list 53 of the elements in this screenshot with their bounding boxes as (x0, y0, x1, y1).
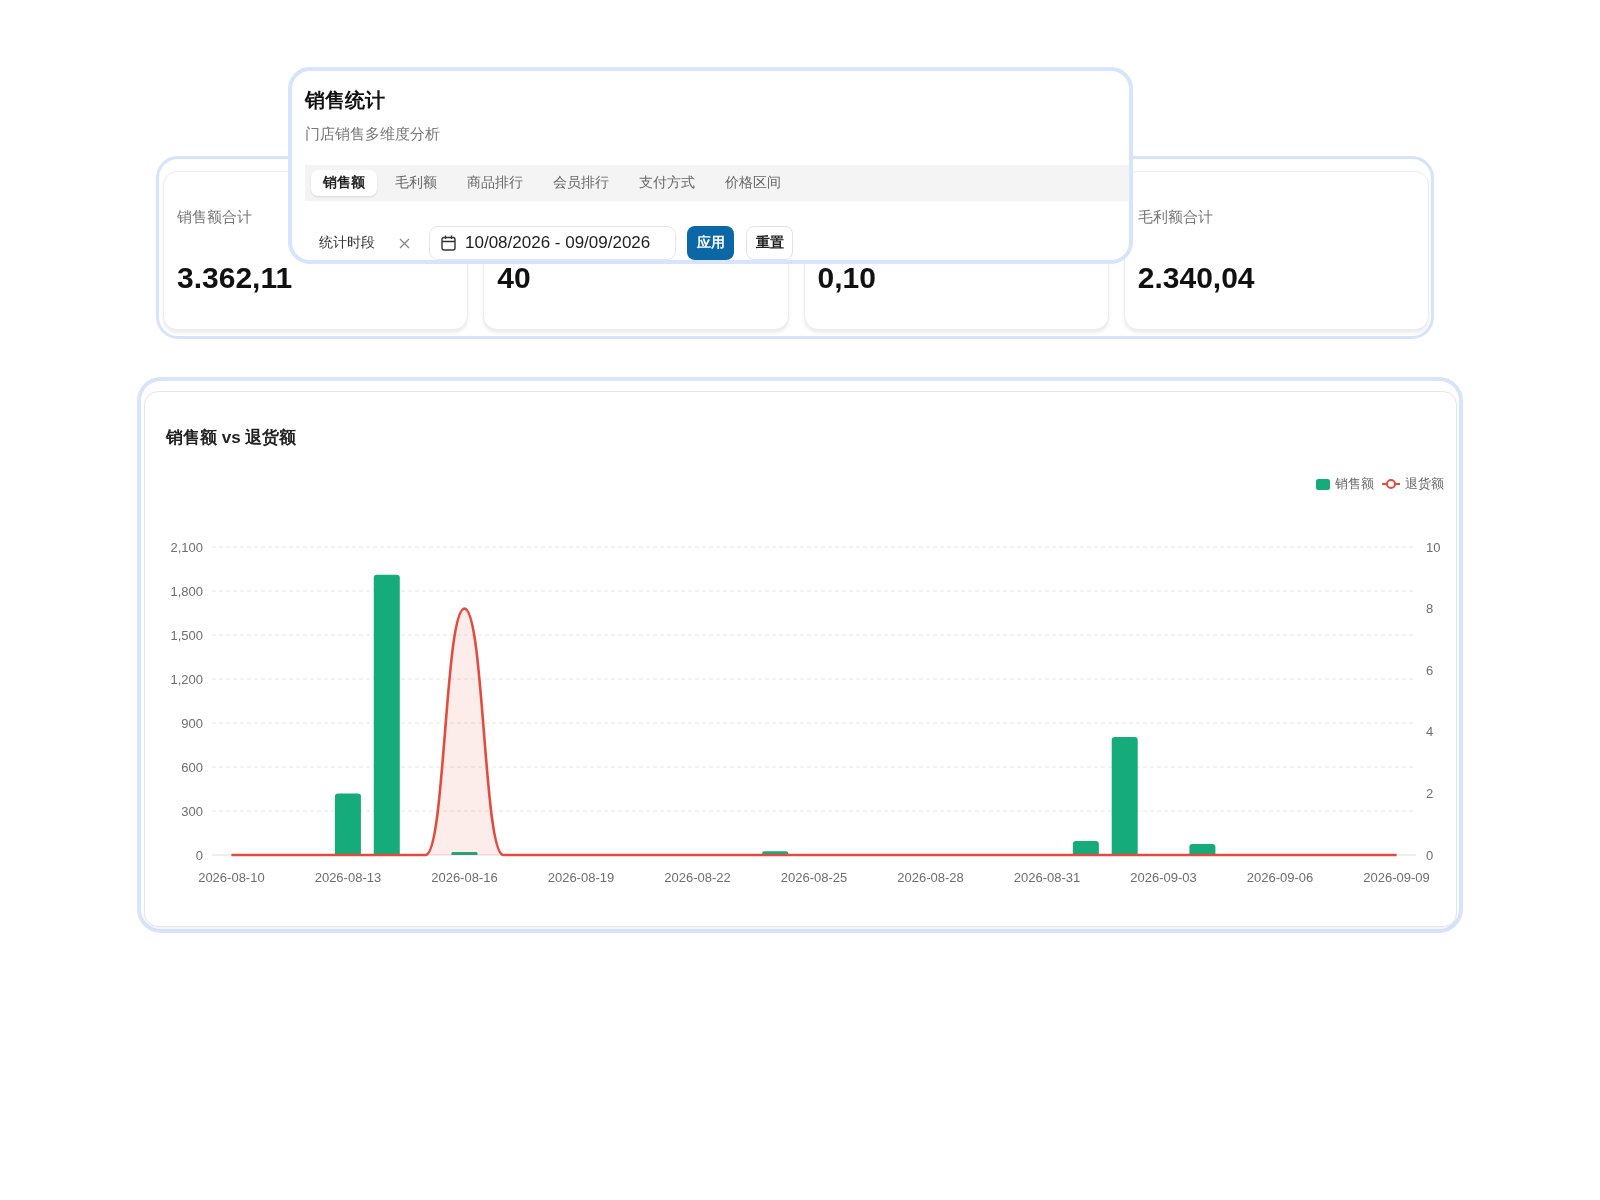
stat-value: 2.340,04 (1137, 261, 1255, 295)
chart-bar (451, 852, 478, 855)
stat-value: 0,10 (817, 261, 876, 295)
x-axis-label: 2026-08-25 (780, 870, 848, 885)
right-axis-label: 0 (1426, 847, 1434, 863)
filter-label: 统计时段 (319, 234, 375, 252)
tab[interactable]: 价格区间 (713, 170, 793, 196)
legend-label: 退货额 (1405, 475, 1444, 493)
stat-value: 40 (497, 261, 531, 295)
tab[interactable]: 会员排行 (541, 170, 621, 196)
x-axis-label: 2026-08-31 (1013, 870, 1081, 885)
x-axis-label: 2026-09-09 (1363, 870, 1430, 885)
legend-label: 销售额 (1335, 475, 1374, 493)
right-axis-label: 4 (1426, 724, 1434, 740)
apply-button[interactable]: 应用 (687, 226, 734, 260)
x-axis-label: 2026-08-28 (897, 870, 964, 885)
y-axis-label: 900 (181, 715, 203, 731)
stat-value: 3.362,11 (177, 261, 293, 295)
x-axis-label: 2026-08-16 (431, 870, 498, 885)
clear-icon[interactable] (399, 237, 410, 249)
x-axis-label: 2026-08-22 (664, 870, 731, 885)
y-axis-label: 1,200 (170, 671, 203, 687)
x-axis-label: 2026-09-06 (1246, 870, 1314, 885)
right-axis-label: 2 (1426, 785, 1434, 801)
y-axis-label: 1,500 (170, 627, 203, 643)
chart-bar (762, 851, 789, 855)
chart-bar (1072, 841, 1099, 855)
y-axis-label: 300 (181, 803, 203, 819)
tab[interactable]: 支付方式 (627, 170, 707, 196)
right-axis-label: 8 (1426, 601, 1434, 617)
y-axis-label: 0 (195, 847, 203, 863)
chart-title: 销售额 vs 退货额 (166, 427, 297, 449)
x-axis-label: 2026-08-19 (547, 870, 615, 885)
date-range-field[interactable]: 10/08/2026 - 09/09/2026 (429, 226, 676, 260)
stat-label: 销售额合计 (177, 207, 252, 227)
calendar-icon (441, 235, 456, 251)
tab[interactable]: 商品排行 (455, 170, 535, 196)
right-axis-label: 6 (1426, 662, 1434, 678)
x-axis-label: 2026-08-10 (198, 870, 265, 885)
y-axis-label: 2,100 (170, 539, 203, 555)
stat-label: 毛利额合计 (1137, 207, 1213, 227)
chart-bar (334, 793, 361, 855)
x-axis-label: 2026-08-13 (314, 870, 382, 885)
chart-bar (1189, 844, 1216, 855)
tab[interactable]: 毛利额 (383, 170, 449, 196)
page-title: 销售统计 (305, 88, 385, 113)
page-subtitle: 门店销售多维度分析 (305, 124, 440, 144)
right-axis-label: 10 (1426, 539, 1441, 555)
y-axis-label: 1,800 (170, 583, 203, 599)
x-axis-label: 2026-09-03 (1130, 870, 1197, 885)
reset-button[interactable]: 重置 (746, 226, 793, 260)
tab[interactable]: 销售额 (311, 170, 377, 196)
y-axis-label: 600 (181, 759, 203, 775)
